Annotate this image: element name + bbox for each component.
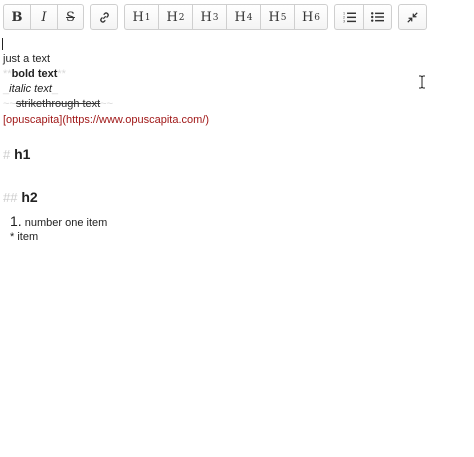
ordered-list-text: number one item — [24, 217, 108, 229]
h3-button-num: 3 — [212, 13, 219, 23]
link-text: [opuscapita](https://www.opuscapita.com/… — [3, 114, 210, 126]
strike-mark-close: ~~ — [100, 98, 114, 110]
text-caret — [2, 38, 3, 50]
plain-text-line: just a text — [3, 53, 50, 65]
h5-button-letter: H — [268, 9, 280, 25]
h1-button-letter: H — [132, 9, 144, 25]
bold-mark-open: ** — [3, 68, 12, 80]
h2-button-letter: H — [166, 9, 178, 25]
h2-button[interactable]: H2 — [158, 4, 192, 30]
strike-line: ~~strikethrough text~~ — [3, 98, 113, 110]
unordered-list-button[interactable] — [363, 4, 392, 30]
h2-hash: ## — [3, 190, 18, 205]
h3-button[interactable]: H3 — [192, 4, 226, 30]
h4-button[interactable]: H4 — [226, 4, 260, 30]
h1-text: h1 — [14, 146, 31, 162]
fullscreen-button[interactable] — [398, 4, 427, 30]
h4-button-letter: H — [234, 9, 246, 25]
toolbar: B I S H1 H2 H3 H4 H5 H6 1 2 3 — [0, 0, 474, 34]
h6-button-letter: H — [301, 9, 314, 25]
editor-area[interactable]: just a text **bold text** _italic text_ … — [0, 36, 474, 457]
h2-button-num: 2 — [178, 13, 185, 23]
plain-text: just a text — [3, 53, 51, 65]
h1-line: # h1 — [3, 146, 30, 162]
link-line: [opuscapita](https://www.opuscapita.com/… — [3, 114, 209, 126]
h6-button[interactable]: H6 — [294, 4, 328, 30]
h2-line: ## h2 — [3, 189, 38, 205]
format-group: B I S — [3, 4, 84, 30]
bold-text: bold text — [11, 68, 58, 80]
h2-text: h2 — [21, 189, 38, 205]
h1-button[interactable]: H1 — [124, 4, 158, 30]
italic-mark-close: _ — [51, 83, 59, 95]
ordered-list-icon: 1 2 3 — [343, 12, 356, 23]
bold-mark-close: ** — [57, 68, 66, 80]
strike-text: strikethrough text — [15, 98, 101, 110]
unordered-list-text: item — [17, 231, 39, 243]
h3-button-letter: H — [200, 9, 212, 25]
ordered-list-number: 1. — [10, 213, 22, 229]
italic-line: _italic text_ — [3, 83, 58, 95]
h4-button-num: 4 — [246, 13, 253, 23]
strikethrough-button[interactable]: S — [57, 4, 84, 30]
text-cursor-icon — [419, 75, 425, 89]
strike-mark-open: ~~ — [3, 98, 16, 110]
italic-text: italic text — [9, 83, 52, 95]
h5-button[interactable]: H5 — [260, 4, 294, 30]
svg-text:3: 3 — [343, 20, 345, 23]
header-group: H1 H2 H3 H4 H5 H6 — [124, 4, 328, 30]
bold-button[interactable]: B — [3, 4, 30, 30]
ordered-list-item: 1. number one item — [10, 213, 107, 229]
fullscreen-group — [398, 4, 427, 30]
ordered-list-button[interactable]: 1 2 3 — [334, 4, 363, 30]
h5-button-num: 5 — [280, 13, 287, 23]
link-group — [90, 4, 118, 30]
unordered-list-bullet: * — [10, 231, 15, 243]
list-group: 1 2 3 — [334, 4, 392, 30]
italic-button[interactable]: I — [30, 4, 57, 30]
h6-button-num: 6 — [314, 13, 321, 23]
unordered-list-icon — [371, 12, 384, 22]
collapse-icon — [407, 11, 418, 23]
h1-button-num: 1 — [144, 13, 151, 23]
link-button[interactable] — [90, 4, 118, 30]
link-icon — [99, 11, 109, 23]
markdown-editor: B I S H1 H2 H3 H4 H5 H6 1 2 3 just a tex… — [0, 0, 474, 457]
h1-hash: # — [3, 147, 11, 162]
bold-line: **bold text** — [3, 68, 66, 80]
unordered-list-item: * item — [10, 231, 38, 243]
